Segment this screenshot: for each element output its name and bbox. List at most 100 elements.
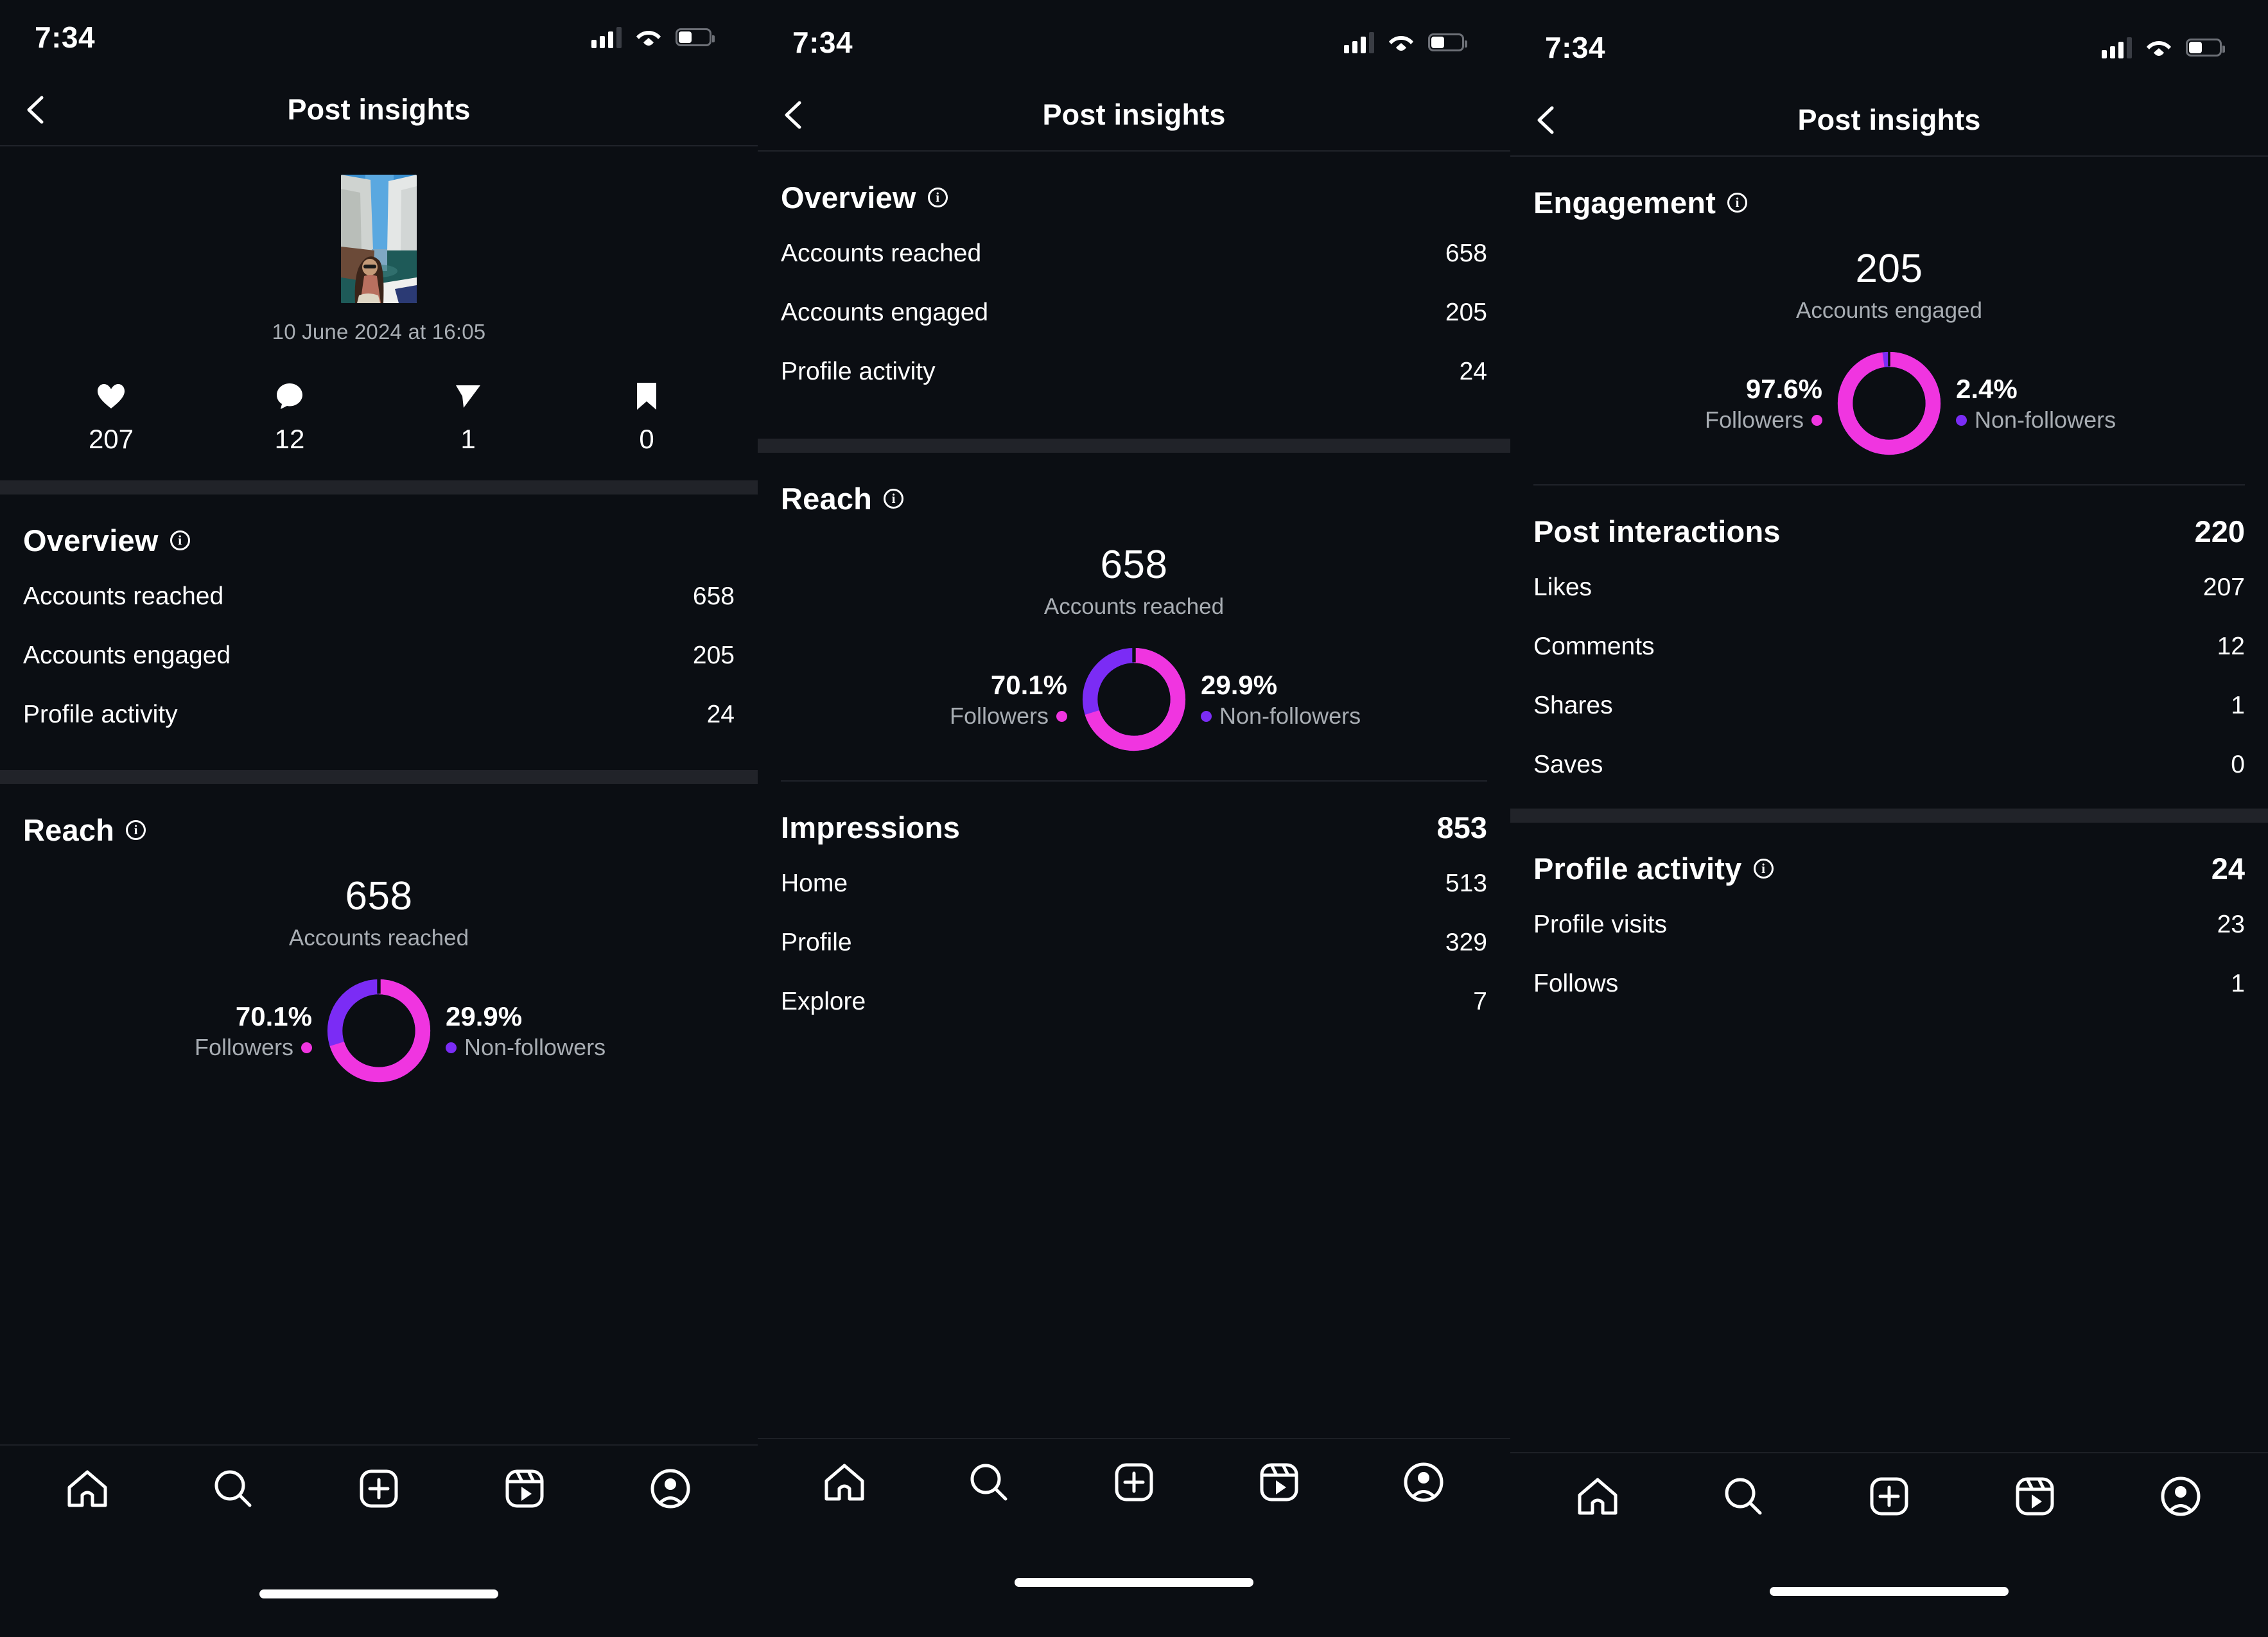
- engagement-donut-chart: 205 Accounts engaged 97.6% Followers 2.4…: [1533, 220, 2245, 484]
- row-label: Profile visits: [1533, 911, 1668, 938]
- row-label: Profile activity: [781, 358, 936, 385]
- phone-screen-1: 7:34 Post insights 10 June 2024 at 16:05…: [0, 0, 758, 1637]
- table-row[interactable]: Saves 0: [1533, 735, 2245, 794]
- impressions-total: 853: [1436, 810, 1487, 845]
- legend-dot-non-followers: [446, 1042, 457, 1053]
- post-summary: 10 June 2024 at 16:05 207 12 1 0: [0, 146, 758, 455]
- tab-home[interactable]: [1569, 1467, 1627, 1525]
- tab-reels[interactable]: [496, 1460, 554, 1518]
- section-heading: Profile activity: [1533, 852, 1742, 886]
- tab-create[interactable]: [1860, 1467, 1918, 1525]
- legend-percent: 29.9%: [1201, 670, 1278, 701]
- info-icon[interactable]: i: [927, 188, 948, 207]
- info-icon[interactable]: i: [126, 820, 146, 840]
- row-value: 658: [1445, 240, 1487, 267]
- section-reach: Reach i 658 Accounts reached 70.1% Follo…: [0, 784, 758, 1112]
- info-icon[interactable]: i: [1753, 859, 1774, 879]
- section-reach: Reach i 658 Accounts reached 70.1% Follo…: [758, 453, 1510, 1031]
- engagement-total: 205: [1855, 247, 1923, 291]
- legend-label: Non-followers: [1975, 407, 2116, 433]
- info-icon[interactable]: i: [1727, 193, 1748, 213]
- table-row[interactable]: Likes 207: [1533, 558, 2245, 617]
- reach-total: 658: [345, 874, 413, 918]
- donut-ring: [1082, 647, 1186, 751]
- row-label: Explore: [781, 988, 866, 1015]
- table-row[interactable]: Accounts engaged 205: [23, 626, 735, 685]
- table-row[interactable]: Follows 1: [1533, 954, 2245, 1013]
- section-separator: [1510, 809, 2268, 823]
- donut-with-legends: 70.1% Followers 29.9% Non-followers: [23, 973, 735, 1089]
- table-row[interactable]: Accounts reached 658: [781, 224, 1487, 283]
- tab-search[interactable]: [960, 1453, 1018, 1511]
- status-bar: 7:34: [758, 5, 1510, 80]
- metric-saves: 0: [557, 380, 736, 455]
- table-row[interactable]: Profile 329: [781, 913, 1487, 972]
- table-row[interactable]: Profile activity 24: [23, 685, 735, 744]
- legend-label: Non-followers: [1219, 703, 1361, 730]
- table-row[interactable]: Accounts reached 658: [23, 567, 735, 626]
- tab-reels[interactable]: [2006, 1467, 2064, 1525]
- section-separator: [0, 770, 758, 784]
- nav-bar: Post insights: [1510, 85, 2268, 157]
- legend-followers: 97.6% Followers: [1623, 374, 1822, 433]
- post-interactions-total: 220: [2194, 514, 2245, 548]
- wifi-icon: [636, 28, 661, 47]
- post-date: 10 June 2024 at 16:05: [272, 320, 486, 344]
- tab-profile[interactable]: [641, 1460, 699, 1518]
- legend-followers: 70.1% Followers: [868, 670, 1067, 729]
- donut-with-legends: 70.1% Followers 29.9% Non-followers: [781, 642, 1487, 757]
- tab-search[interactable]: [1714, 1467, 1772, 1525]
- table-row[interactable]: Shares 1: [1533, 676, 2245, 735]
- wifi-icon: [2146, 38, 2172, 57]
- legend-percent: 97.6%: [1745, 374, 1822, 405]
- heart-icon: [22, 380, 200, 412]
- insights-content-3: Engagement i 205 Accounts engaged 97.6% …: [1510, 157, 2268, 1013]
- legend-dot-followers: [301, 1042, 312, 1053]
- metric-value: 12: [274, 424, 305, 454]
- tab-create[interactable]: [1105, 1453, 1163, 1511]
- legend-non-followers: 29.9% Non-followers: [1201, 670, 1400, 729]
- table-row[interactable]: Profile activity 24: [781, 342, 1487, 401]
- cellular-signal-icon: [1344, 31, 1374, 53]
- info-icon[interactable]: i: [170, 530, 190, 550]
- post-thumbnail[interactable]: [341, 175, 417, 303]
- info-icon[interactable]: i: [884, 489, 904, 509]
- chevron-left-icon[interactable]: [780, 100, 809, 130]
- row-label: Shares: [1533, 692, 1613, 719]
- metric-value: 207: [88, 424, 134, 454]
- metric-likes: 207: [22, 380, 200, 455]
- bottom-tab-bar: [758, 1438, 1510, 1637]
- tab-profile[interactable]: [1395, 1453, 1452, 1511]
- page-title: Post insights: [287, 93, 471, 126]
- table-row[interactable]: Home 513: [781, 854, 1487, 913]
- tab-search[interactable]: [204, 1460, 262, 1518]
- tab-home[interactable]: [816, 1453, 873, 1511]
- reach-header: Reach i: [781, 453, 1487, 516]
- battery-icon: [2186, 39, 2225, 57]
- metric-value: 1: [460, 424, 476, 454]
- chevron-left-icon[interactable]: [22, 95, 51, 125]
- tab-home[interactable]: [58, 1460, 116, 1518]
- tab-reels[interactable]: [1250, 1453, 1308, 1511]
- section-heading: Impressions: [781, 810, 961, 845]
- section-heading: Overview: [781, 180, 916, 214]
- table-row[interactable]: Explore 7: [781, 972, 1487, 1031]
- status-icons: [2102, 37, 2225, 58]
- section-heading: Overview: [23, 523, 159, 557]
- tab-profile[interactable]: [2152, 1467, 2210, 1525]
- chevron-left-icon[interactable]: [1532, 105, 1562, 135]
- row-label: Accounts reached: [23, 582, 224, 610]
- phone-screen-2: 7:34 Post insights Overview i Accounts r…: [758, 0, 1510, 1637]
- nav-bar: Post insights: [758, 80, 1510, 152]
- status-clock: 7:34: [792, 26, 853, 59]
- legend-label: Followers: [949, 703, 1049, 730]
- bottom-tab-bar: [1510, 1452, 2268, 1637]
- overview-rows: Accounts reached 658 Accounts engaged 20…: [23, 558, 735, 744]
- table-row[interactable]: Profile visits 23: [1533, 895, 2245, 954]
- status-icons: [591, 26, 715, 48]
- row-value: 658: [692, 582, 735, 610]
- row-label: Likes: [1533, 573, 1592, 601]
- table-row[interactable]: Accounts engaged 205: [781, 283, 1487, 342]
- tab-create[interactable]: [350, 1460, 408, 1518]
- table-row[interactable]: Comments 12: [1533, 617, 2245, 676]
